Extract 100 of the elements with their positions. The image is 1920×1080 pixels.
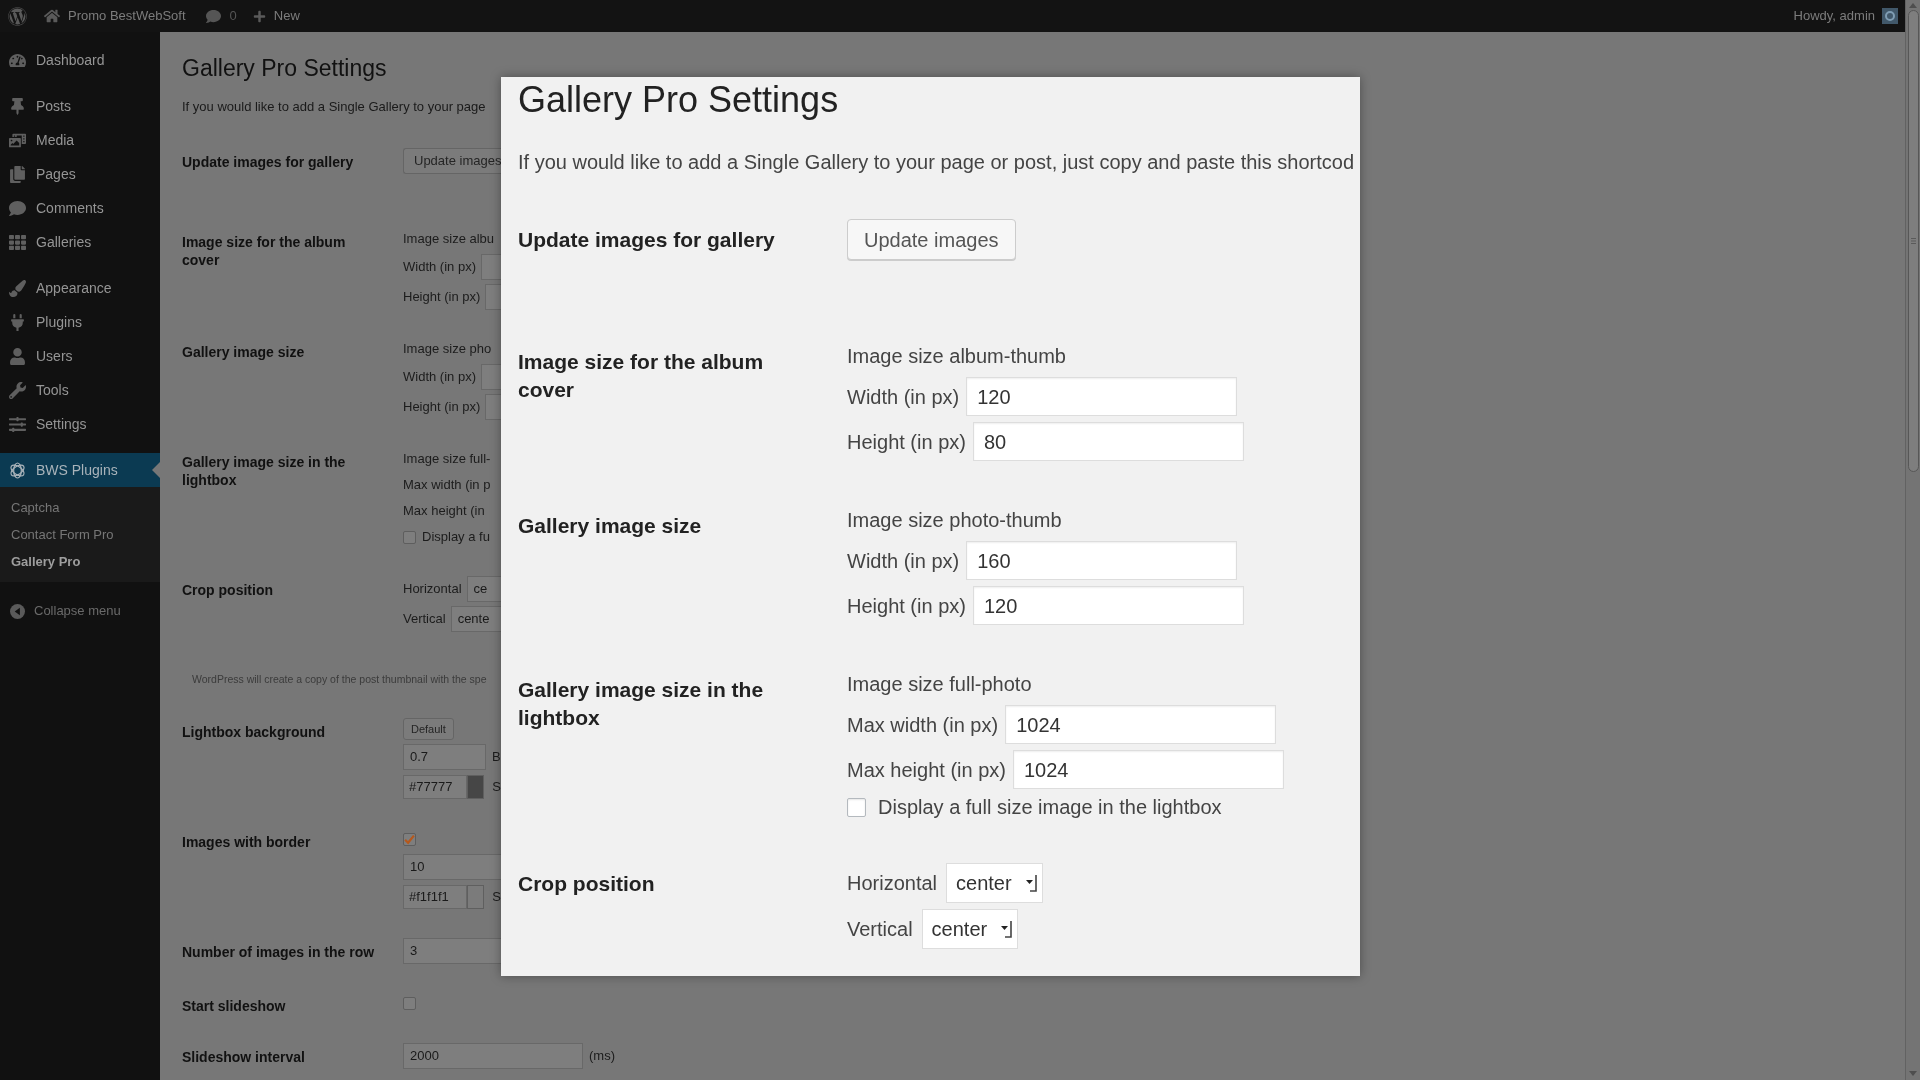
setting-label: Image size for the album cover: [518, 349, 765, 403]
form-button[interactable]: Update images: [847, 219, 1016, 260]
setting-label: Image size for the album cover: [182, 233, 347, 269]
checkbox[interactable]: [403, 530, 416, 544]
menu-item[interactable]: Plugins: [0, 305, 160, 339]
menu-item[interactable]: Users: [0, 339, 160, 373]
select-field[interactable]: cente: [450, 606, 501, 632]
input-field[interactable]: 3: [403, 938, 501, 964]
checkbox[interactable]: [403, 832, 416, 846]
checkbox-label: Display a full size image in the lightbox: [878, 795, 1222, 820]
field-label: Height (in px): [403, 398, 481, 417]
field-label: Horizontal: [847, 871, 938, 896]
menu-item[interactable]: Media: [0, 123, 160, 157]
pin-icon: [9, 97, 26, 115]
caret-icon: [1024, 874, 1037, 892]
submenu-item[interactable]: Gallery Pro: [0, 548, 160, 575]
menu-item[interactable]: Settings: [0, 407, 160, 441]
field-caption: Image size full-: [403, 450, 491, 468]
new-content-link[interactable]: New: [252, 6, 300, 26]
input-field[interactable]: [480, 254, 501, 280]
setting-label: Lightbox background: [182, 723, 326, 741]
scroll-up-icon[interactable]: [1909, 3, 1917, 8]
select-field[interactable]: center: [946, 863, 1043, 903]
setting-label: Gallery image size in the lightbox: [518, 677, 765, 731]
paintbrush-icon: [9, 279, 26, 297]
input-field[interactable]: 120: [966, 377, 1238, 416]
menu-item[interactable]: Galleries: [0, 225, 160, 259]
submenu-item[interactable]: Captcha: [0, 494, 160, 521]
home-icon: [44, 8, 60, 24]
select-field[interactable]: ce: [466, 576, 501, 602]
field-label: Max width (in px): [847, 712, 999, 738]
person-icon: [9, 347, 26, 365]
scroll-down-icon[interactable]: [1909, 1071, 1917, 1076]
setting-label: Gallery image size: [182, 343, 305, 361]
setting-label: Slideshow interval: [182, 1048, 305, 1066]
field-caption: Max height (in: [403, 502, 485, 520]
input-field[interactable]: [485, 394, 501, 420]
input-field[interactable]: #77777: [403, 775, 467, 799]
checkbox[interactable]: [403, 996, 416, 1010]
setting-label: Update images for gallery: [182, 153, 354, 171]
field-caption: Image size full-photo: [847, 672, 1032, 697]
input-field[interactable]: 0.7: [403, 744, 486, 770]
submenu-item[interactable]: Contact Form Pro: [0, 521, 160, 548]
plug-icon: [9, 313, 26, 331]
sliders-icon: [9, 415, 26, 433]
photo-video-icon: [9, 131, 26, 149]
menu-item[interactable]: Pages: [0, 157, 160, 191]
check-icon: [404, 833, 415, 845]
field-label: Vertical: [403, 610, 446, 629]
input-field[interactable]: 2000: [403, 1043, 583, 1069]
plus-icon: [252, 9, 266, 23]
setting-label: Crop position: [182, 581, 273, 599]
field-label: Height (in px): [403, 288, 481, 307]
input-field[interactable]: #f1f1f1: [403, 885, 467, 909]
collapse-menu-button[interactable]: Collapse menu: [0, 594, 160, 628]
input-field[interactable]: 120: [972, 586, 1244, 625]
field-caption: Max width (in p: [403, 476, 491, 494]
w-logo-icon[interactable]: [8, 6, 27, 26]
swirl-icon: [9, 461, 26, 479]
checkbox-label: Display a fu: [422, 528, 490, 547]
field-caption: Image size pho: [403, 340, 492, 358]
setting-label: Update images for gallery: [518, 227, 775, 253]
menu-item[interactable]: Tools: [0, 373, 160, 407]
wrench-icon: [9, 381, 26, 399]
setting-label: Start slideshow: [182, 997, 286, 1015]
input-field[interactable]: 10: [403, 854, 501, 880]
menu-item[interactable]: Posts: [0, 89, 160, 123]
field-label: Width (in px): [847, 384, 960, 410]
speech-bubble-icon: [9, 199, 26, 217]
field-label: Vertical: [847, 917, 913, 942]
grid-icon: [9, 233, 26, 251]
menu-item[interactable]: Dashboard: [0, 43, 160, 77]
account-link[interactable]: Howdy, admin: [1793, 6, 1898, 26]
avatar-icon: [1882, 8, 1898, 24]
scrollbar-thumb[interactable]: [1907, 10, 1919, 472]
input-field[interactable]: [480, 364, 501, 390]
field-label: Height (in px): [847, 429, 966, 455]
setting-label: Gallery image size in the lightbox: [182, 453, 347, 489]
form-button[interactable]: Default: [403, 718, 454, 740]
input-field[interactable]: [485, 284, 501, 310]
site-name-link[interactable]: Promo BestWebSoft: [44, 6, 186, 26]
menu-item[interactable]: Appearance: [0, 271, 160, 305]
checkbox[interactable]: [847, 797, 866, 817]
input-field[interactable]: 1024: [1005, 705, 1277, 744]
dialog-title: Gallery Pro Settings: [518, 78, 839, 122]
field-label: Height (in px): [847, 593, 966, 619]
menu-item[interactable]: BWS Plugins: [0, 453, 160, 487]
setting-label: Images with border: [182, 833, 311, 851]
form-button[interactable]: Update images: [403, 148, 501, 174]
dialog-description: If you would like to add a Single Gallery to your page or post, just copy and paste this shortcod: [518, 150, 1355, 175]
select-field[interactable]: center: [921, 909, 1019, 949]
input-field[interactable]: 1024: [1012, 750, 1284, 789]
field-label: Max height (in px): [847, 757, 1006, 783]
field-label: Width (in px): [403, 258, 476, 277]
field-suffix: S: [492, 778, 501, 797]
menu-item[interactable]: Comments: [0, 191, 160, 225]
field-label: Horizontal: [403, 580, 462, 599]
input-field[interactable]: 160: [966, 541, 1238, 580]
input-field[interactable]: 80: [972, 422, 1244, 461]
setting-label: Crop position: [518, 871, 655, 897]
